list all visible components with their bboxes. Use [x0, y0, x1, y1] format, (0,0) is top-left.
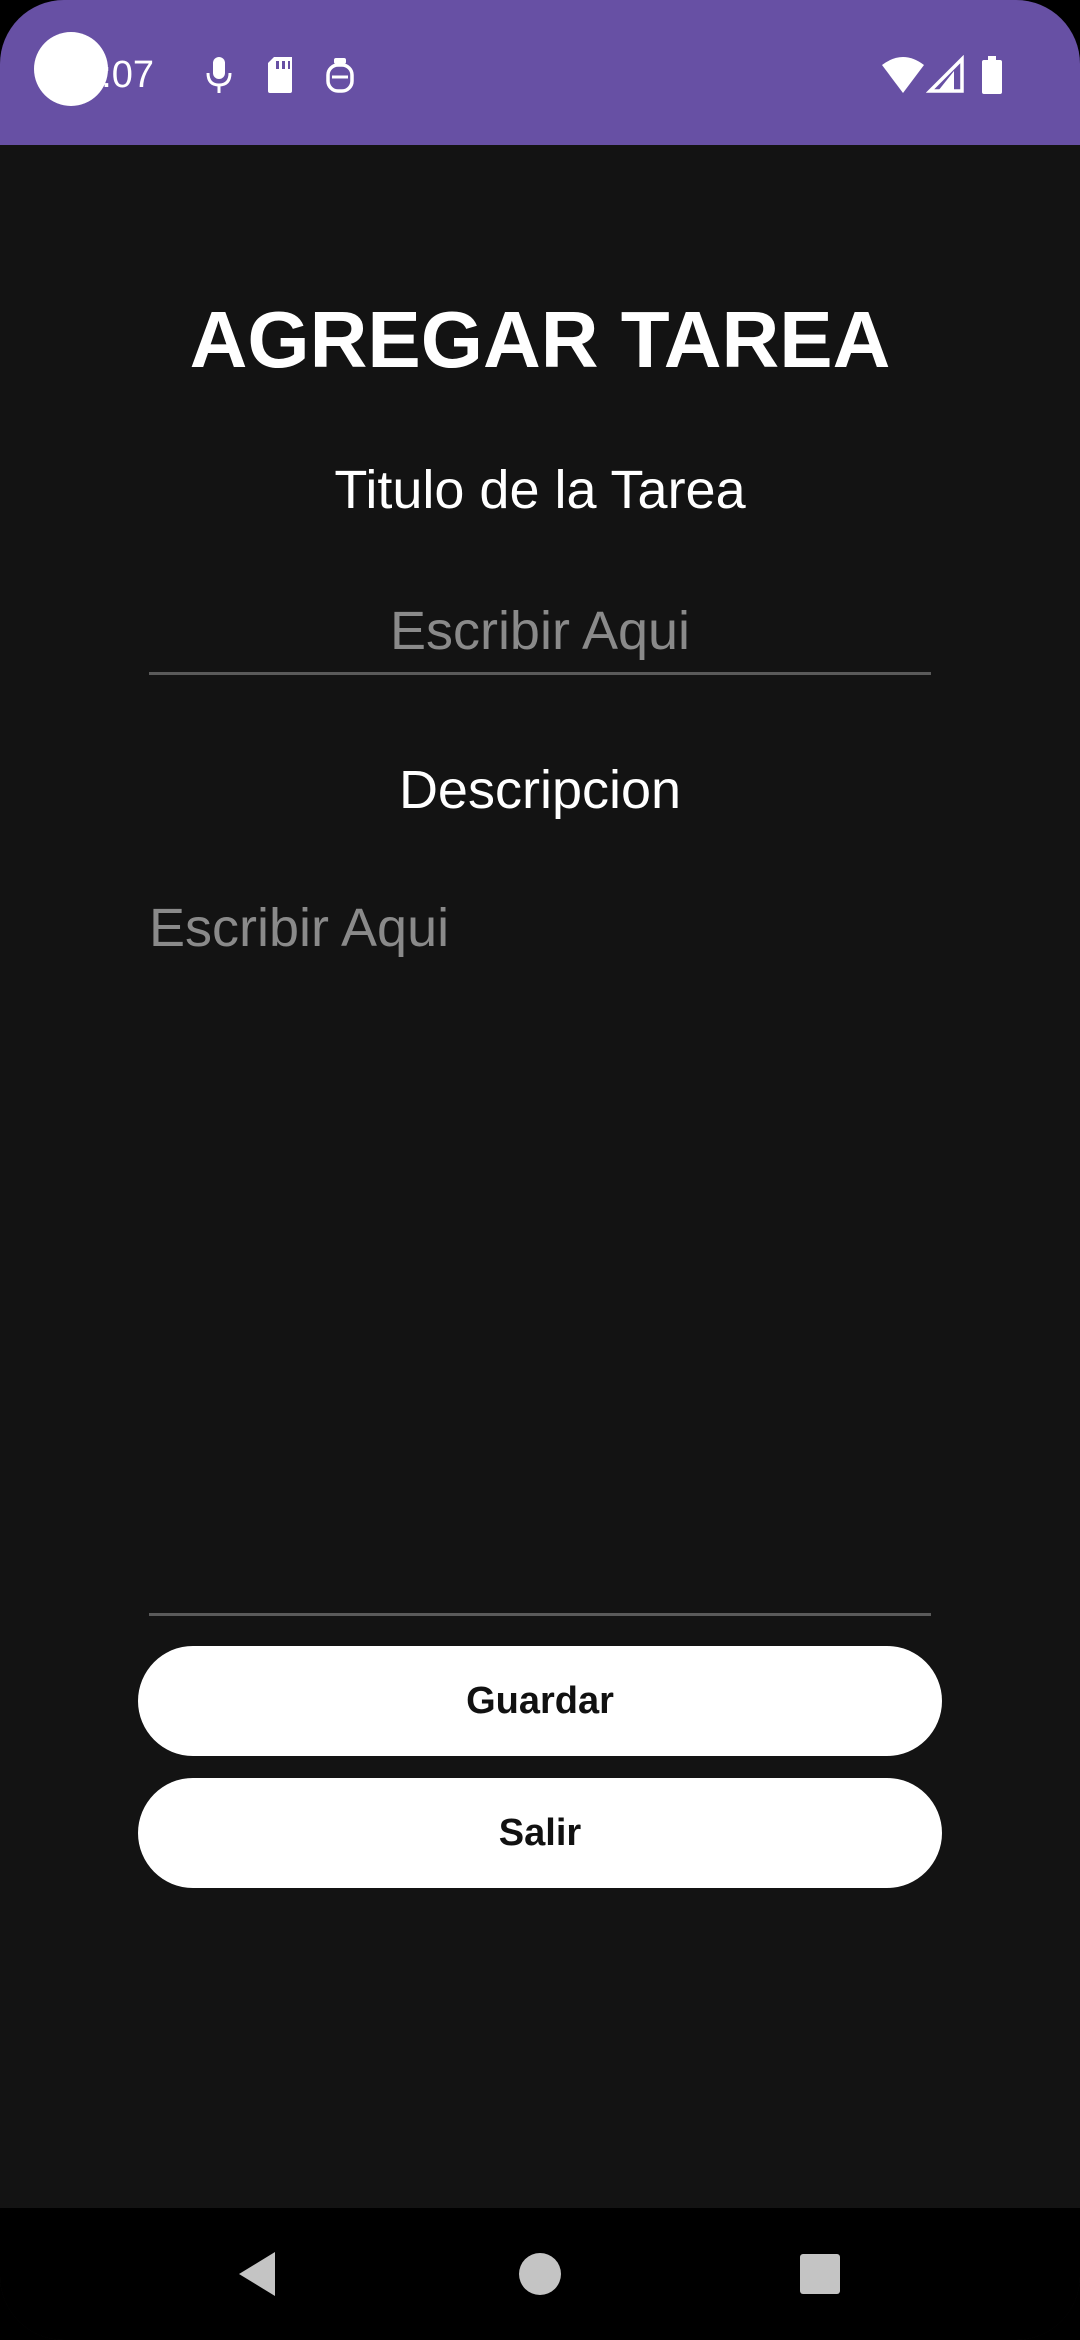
description-input[interactable] — [149, 893, 931, 1616]
screen: 3:07 AGREGAR TAREA Titulo de la Tarea Es… — [0, 0, 1080, 2340]
description-label: Descripcion — [398, 760, 682, 820]
back-icon[interactable] — [197, 2208, 317, 2340]
task-title-input[interactable] — [149, 590, 931, 675]
mic-icon — [205, 55, 233, 100]
signal-icon — [925, 54, 966, 100]
page-title: AGREGAR TAREA — [189, 295, 891, 384]
assistant-icon — [322, 55, 358, 100]
recents-icon[interactable] — [760, 2208, 880, 2340]
save-button[interactable]: Guardar — [138, 1646, 942, 1756]
navigation-bar — [0, 2208, 1080, 2340]
exit-button[interactable]: Salir — [138, 1778, 942, 1888]
camera-cutout — [34, 32, 108, 106]
status-bar: 3:07 — [0, 0, 1080, 145]
home-icon[interactable] — [480, 2208, 600, 2340]
task-title-label: Titulo de la Tarea — [334, 460, 746, 520]
wifi-icon — [880, 55, 926, 100]
sd-card-icon — [264, 55, 296, 100]
battery-icon — [980, 55, 1004, 100]
